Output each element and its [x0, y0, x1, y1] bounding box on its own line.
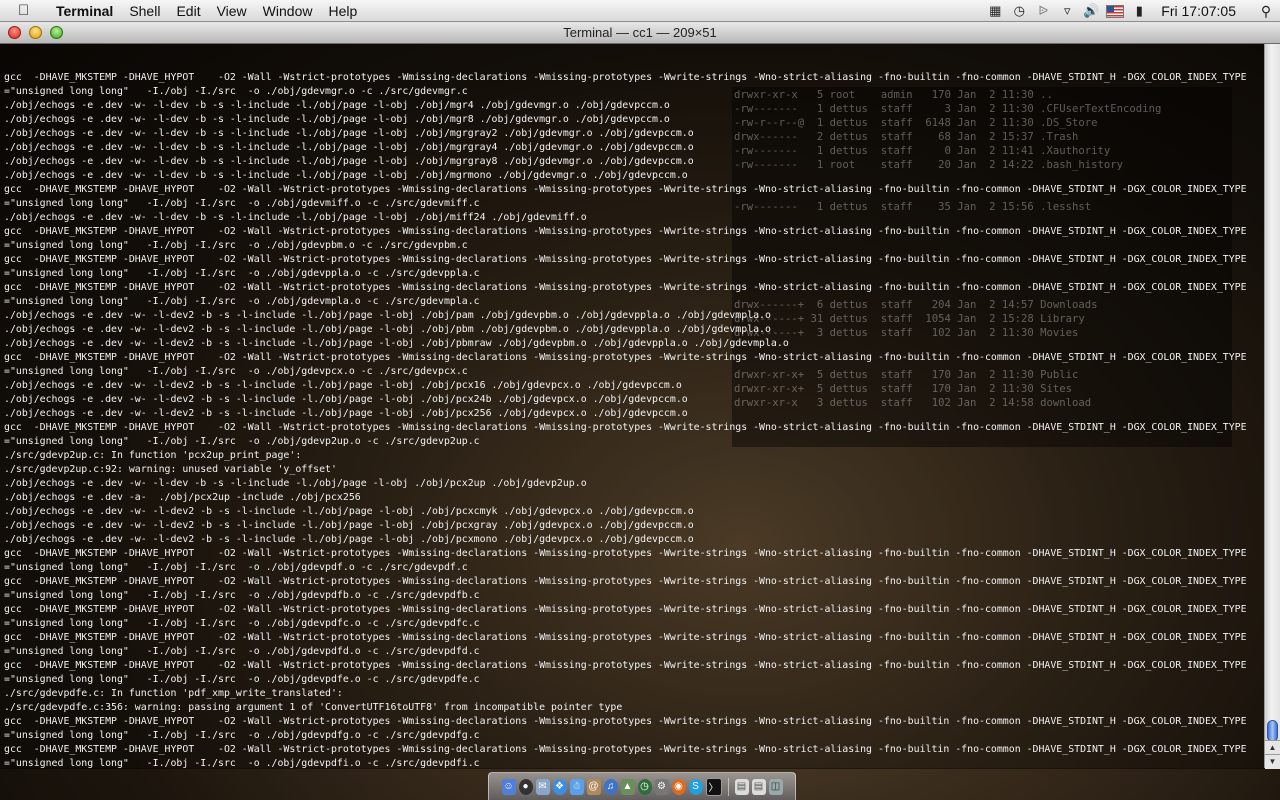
terminal-line: ./obj/echogs -e .dev -w- -l-dev -b -s -l…	[4, 142, 694, 153]
terminal-content[interactable]: drwxr-xr-x 5 root admin 170 Jan 2 11:30 …	[0, 44, 1264, 768]
battery-icon[interactable]: ▮	[1127, 2, 1151, 20]
finder-icon[interactable]: ☺	[501, 778, 516, 795]
terminal-line: gcc -DHAVE_MKSTEMP -DHAVE_HYPOT -O2 -Wal…	[4, 282, 1247, 293]
terminal-line: ./obj/echogs -e .dev -w- -l-dev -b -s -l…	[4, 212, 587, 223]
menu-shell[interactable]: Shell	[121, 0, 168, 22]
terminal-line: ="unsigned long long" -I./obj -I./src -o…	[4, 618, 480, 629]
terminal-line: ./obj/echogs -e .dev -w- -l-dev -b -s -l…	[4, 156, 694, 167]
scroll-up-arrow-icon[interactable]: ▲	[1265, 740, 1280, 755]
dock-separator	[727, 777, 729, 796]
terminal-line: ./src/gdevp2up.c:92: warning: unused var…	[4, 464, 337, 475]
terminal-line: gcc -DHAVE_MKSTEMP -DHAVE_HYPOT -O2 -Wal…	[4, 422, 1247, 433]
terminal-line: ./obj/echogs -e .dev -w- -l-dev2 -b -s -…	[4, 338, 789, 349]
terminal-line: gcc -DHAVE_MKSTEMP -DHAVE_HYPOT -O2 -Wal…	[4, 254, 1247, 265]
terminal-line: ="unsigned long long" -I./obj -I./src -o…	[4, 268, 480, 279]
menu-clock[interactable]: Fri 17:07:05	[1151, 3, 1252, 19]
terminal-line: ="unsigned long long" -I./obj -I./src -o…	[4, 296, 480, 307]
terminal-output: gcc -DHAVE_MKSTEMP -DHAVE_HYPOT -O2 -Wal…	[4, 71, 1262, 768]
terminal-line: gcc -DHAVE_MKSTEMP -DHAVE_HYPOT -O2 -Wal…	[4, 660, 1247, 671]
terminal-line: ./src/gdevp2up.c: In function 'pcx2up_pr…	[4, 450, 302, 461]
spotlight-icon[interactable]: ⚲	[1252, 2, 1280, 20]
menu-window[interactable]: Window	[255, 0, 321, 22]
safari-icon[interactable]: ❖	[552, 778, 567, 795]
apple-logo-icon[interactable]: 	[18, 2, 38, 19]
terminal-line: gcc -DHAVE_MKSTEMP -DHAVE_HYPOT -O2 -Wal…	[4, 72, 1247, 83]
time-machine-icon[interactable]: ◷	[1007, 2, 1031, 20]
trash-icon[interactable]: ◫	[768, 778, 783, 795]
terminal-line: ./obj/echogs -e .dev -w- -l-dev -b -s -l…	[4, 128, 694, 139]
documents-stack-icon[interactable]: ▤	[734, 778, 749, 795]
terminal-line: ./obj/echogs -e .dev -w- -l-dev -b -s -l…	[4, 478, 587, 489]
terminal-line: ="unsigned long long" -I./obj -I./src -o…	[4, 590, 480, 601]
terminal-line: ./src/gdevpdfe.c: In function 'pdf_xmp_w…	[4, 688, 343, 699]
terminal-line: ./obj/echogs -e .dev -w- -l-dev2 -b -s -…	[4, 408, 688, 419]
terminal-line: gcc -DHAVE_MKSTEMP -DHAVE_HYPOT -O2 -Wal…	[4, 744, 1247, 755]
mail-icon[interactable]: ✉	[535, 778, 550, 795]
terminal-line: ="unsigned long long" -I./obj -I./src -o…	[4, 198, 480, 209]
bluetooth-icon[interactable]: ᐉ	[1031, 2, 1055, 20]
scroll-thumb[interactable]	[1267, 720, 1278, 742]
system-preferences-icon[interactable]: ⚙	[654, 778, 669, 795]
terminal-line: ./obj/echogs -e .dev -w- -l-dev2 -b -s -…	[4, 534, 694, 545]
terminal-line: gcc -DHAVE_MKSTEMP -DHAVE_HYPOT -O2 -Wal…	[4, 226, 1247, 237]
terminal-line: ./obj/echogs -e .dev -w- -l-dev -b -s -l…	[4, 114, 670, 125]
terminal-line: gcc -DHAVE_MKSTEMP -DHAVE_HYPOT -O2 -Wal…	[4, 632, 1247, 643]
terminal-line: ="unsigned long long" -I./obj -I./src -o…	[4, 730, 480, 741]
volume-icon[interactable]: 🔊	[1079, 2, 1103, 20]
terminal-line: ="unsigned long long" -I./obj -I./src -o…	[4, 562, 468, 573]
terminal-line: ="unsigned long long" -I./obj -I./src -o…	[4, 758, 480, 768]
us-flag-input-icon[interactable]	[1103, 2, 1127, 20]
menu-edit[interactable]: Edit	[168, 0, 208, 22]
terminal-line: ./obj/echogs -e .dev -w- -l-dev2 -b -s -…	[4, 380, 682, 391]
terminal-line: ="unsigned long long" -I./obj -I./src -o…	[4, 436, 480, 447]
vertical-scrollbar[interactable]: ▲ ▼	[1264, 44, 1280, 769]
terminal-line: ="unsigned long long" -I./obj -I./src -o…	[4, 674, 480, 685]
terminal-line: ./obj/echogs -e .dev -w- -l-dev2 -b -s -…	[4, 506, 694, 517]
terminal-line: gcc -DHAVE_MKSTEMP -DHAVE_HYPOT -O2 -Wal…	[4, 184, 1247, 195]
time-machine-dock-icon[interactable]: ◷	[637, 778, 652, 795]
terminal-line: gcc -DHAVE_MKSTEMP -DHAVE_HYPOT -O2 -Wal…	[4, 716, 1247, 727]
ichat-icon[interactable]: ☃	[569, 778, 584, 795]
iphoto-icon[interactable]: ▲	[620, 778, 635, 795]
menu-help[interactable]: Help	[320, 0, 365, 22]
terminal-line: gcc -DHAVE_MKSTEMP -DHAVE_HYPOT -O2 -Wal…	[4, 604, 1247, 615]
terminal-line: gcc -DHAVE_MKSTEMP -DHAVE_HYPOT -O2 -Wal…	[4, 352, 1247, 363]
scroll-down-arrow-icon[interactable]: ▼	[1265, 754, 1280, 769]
dashboard-icon[interactable]: ●	[518, 778, 533, 795]
terminal-line: ./obj/echogs -e .dev -w- -l-dev2 -b -s -…	[4, 310, 771, 321]
terminal-icon[interactable]: 〉	[705, 777, 722, 796]
terminal-line: ./obj/echogs -e .dev -a- ./obj/pcx2up -i…	[4, 492, 361, 503]
menu-bar:  Terminal Shell Edit View Window Help ▦…	[0, 0, 1280, 22]
terminal-line: ="unsigned long long" -I./obj -I./src -o…	[4, 366, 468, 377]
menu-view[interactable]: View	[209, 0, 255, 22]
terminal-line: gcc -DHAVE_MKSTEMP -DHAVE_HYPOT -O2 -Wal…	[4, 576, 1247, 587]
firefox-icon[interactable]: ◉	[671, 778, 686, 795]
wifi-icon[interactable]: ▿	[1055, 2, 1079, 20]
script-menu-icon[interactable]: ▦	[983, 2, 1007, 20]
terminal-line: ./src/gdevpdfe.c:356: warning: passing a…	[4, 702, 623, 713]
terminal-line: ./obj/echogs -e .dev -w- -l-dev2 -b -s -…	[4, 520, 694, 531]
dock: ☺ ● ✉ ❖ ☃ @ ♫ ▲ ◷ ⚙ ◉ S 〉 ▤ ▤ ◫	[488, 772, 796, 800]
terminal-line: ./obj/echogs -e .dev -w- -l-dev2 -b -s -…	[4, 394, 688, 405]
itunes-icon[interactable]: ♫	[603, 778, 618, 795]
menu-extras: ▦ ◷ ᐉ ▿ 🔊 ▮ Fri 17:07:05 ⚲	[983, 0, 1280, 22]
terminal-line: ./obj/echogs -e .dev -w- -l-dev -b -s -l…	[4, 100, 670, 111]
terminal-line: ./obj/echogs -e .dev -w- -l-dev -b -s -l…	[4, 170, 688, 181]
menu-app-terminal[interactable]: Terminal	[50, 0, 121, 22]
terminal-window: Terminal — cc1 — 209×51 drwxr-xr-x 5 roo…	[0, 22, 1280, 769]
window-title: Terminal — cc1 — 209×51	[563, 25, 717, 40]
terminal-line: ="unsigned long long" -I./obj -I./src -o…	[4, 646, 480, 657]
terminal-line: ="unsigned long long" -I./obj -I./src -o…	[4, 240, 468, 251]
terminal-line: ="unsigned long long" -I./obj -I./src -o…	[4, 86, 468, 97]
terminal-line: ./obj/echogs -e .dev -w- -l-dev2 -b -s -…	[4, 324, 771, 335]
window-titlebar[interactable]: Terminal — cc1 — 209×51	[0, 22, 1280, 44]
downloads-stack-icon[interactable]: ▤	[751, 778, 766, 795]
terminal-line: gcc -DHAVE_MKSTEMP -DHAVE_HYPOT -O2 -Wal…	[4, 548, 1247, 559]
address-book-icon[interactable]: @	[586, 778, 601, 795]
skype-icon[interactable]: S	[688, 778, 703, 795]
